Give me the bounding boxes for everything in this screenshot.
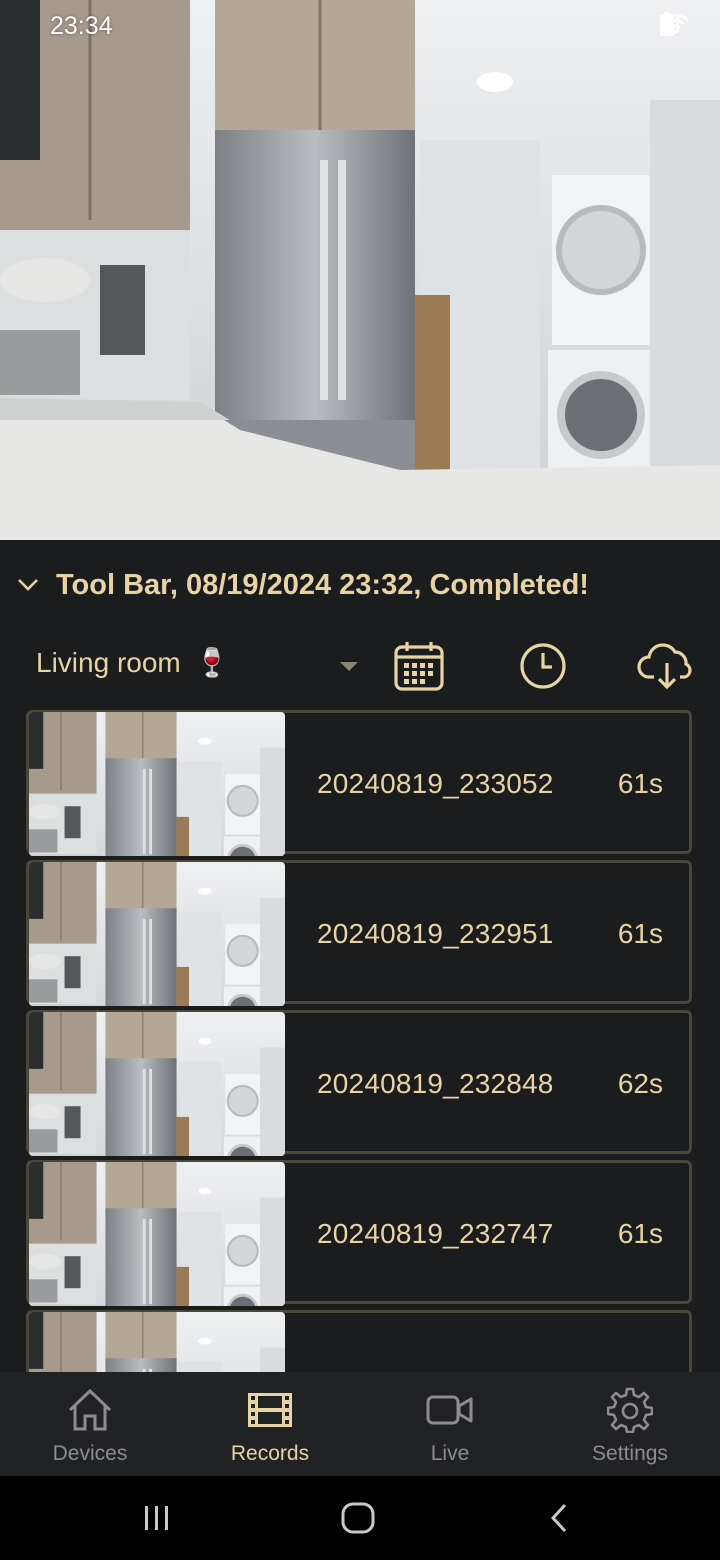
nav-devices-label: Devices [52, 1442, 128, 1465]
clock-icon [520, 643, 566, 689]
video-camera-icon [426, 1388, 474, 1432]
calendar-icon [394, 642, 444, 691]
nav-settings-label: Settings [592, 1442, 668, 1465]
live-video-feed[interactable]: 23:34 [0, 0, 720, 540]
dropdown-caret-icon[interactable] [340, 662, 358, 671]
record-name: 20240819_232951 [317, 918, 554, 949]
nav-devices[interactable]: Devices [0, 1372, 180, 1476]
cloud-download-icon [637, 643, 692, 690]
list-item[interactable]: 20240819_232747 61s [26, 1160, 692, 1306]
record-name: 20240819_233052 [317, 768, 554, 799]
thumbnail-image [29, 1162, 285, 1306]
cloud-download-button[interactable] [637, 636, 697, 696]
nav-live-label: Live [430, 1442, 470, 1465]
thumbnail-image [29, 1012, 285, 1156]
system-navigation-bar [0, 1476, 720, 1560]
bottom-navigation: Devices Records Live Settings [0, 1372, 720, 1476]
record-thumbnail [29, 1012, 285, 1156]
record-thumbnail [29, 1312, 285, 1372]
home-icon [66, 1388, 114, 1432]
wine-glass-icon: 🍷 [194, 647, 230, 678]
nav-settings[interactable]: Settings [540, 1372, 720, 1476]
calendar-button[interactable] [389, 636, 449, 696]
thumbnail-image [29, 712, 285, 856]
record-thumbnail [29, 862, 285, 1006]
recent-apps-icon [145, 1506, 168, 1530]
thumbnail-image [29, 1312, 285, 1372]
record-name: 20240819_232747 [317, 1218, 554, 1249]
room-label: Living room [36, 646, 181, 678]
list-item[interactable]: 20240819_232848 62s [26, 1010, 692, 1156]
room-dropdown[interactable]: Living room 🍷 [36, 646, 230, 679]
record-duration: 61s [617, 918, 663, 949]
gear-icon [606, 1387, 654, 1433]
nav-records-label: Records [230, 1442, 310, 1465]
list-item[interactable]: 20240819_232647 61s [26, 1310, 692, 1372]
status-bar: 23:34 [0, 0, 720, 52]
recent-apps-button[interactable] [137, 1498, 177, 1538]
thumbnail-image [29, 862, 285, 1006]
status-time: 23:34 [50, 12, 113, 40]
film-icon [246, 1388, 294, 1432]
toolbar-status-text: Tool Bar, 08/19/2024 23:32, Completed! [56, 568, 589, 601]
home-circle-icon [341, 1502, 375, 1534]
records-list[interactable]: 20240819_233052 61s 20240819_232951 61s … [0, 708, 720, 1372]
record-duration: 61s [617, 768, 663, 799]
back-button[interactable] [540, 1498, 580, 1538]
kitchen-camera-image [0, 0, 720, 540]
list-item[interactable]: 20240819_232951 61s [26, 860, 692, 1006]
record-duration: 62s [617, 1068, 663, 1099]
record-duration: 61s [617, 1218, 663, 1249]
nav-records[interactable]: Records [180, 1372, 360, 1476]
record-thumbnail [29, 1162, 285, 1306]
home-button[interactable] [338, 1498, 378, 1538]
time-filter-button[interactable] [513, 636, 573, 696]
filter-row: Living room 🍷 [0, 632, 720, 702]
list-item[interactable]: 20240819_233052 61s [26, 710, 692, 856]
toolbar-status-row[interactable]: Tool Bar, 08/19/2024 23:32, Completed! [0, 560, 720, 610]
nav-live[interactable]: Live [360, 1372, 540, 1476]
chevron-down-icon[interactable] [0, 578, 56, 592]
back-arrow-icon [550, 1503, 567, 1533]
record-name: 20240819_232848 [317, 1068, 554, 1099]
record-thumbnail [29, 712, 285, 856]
